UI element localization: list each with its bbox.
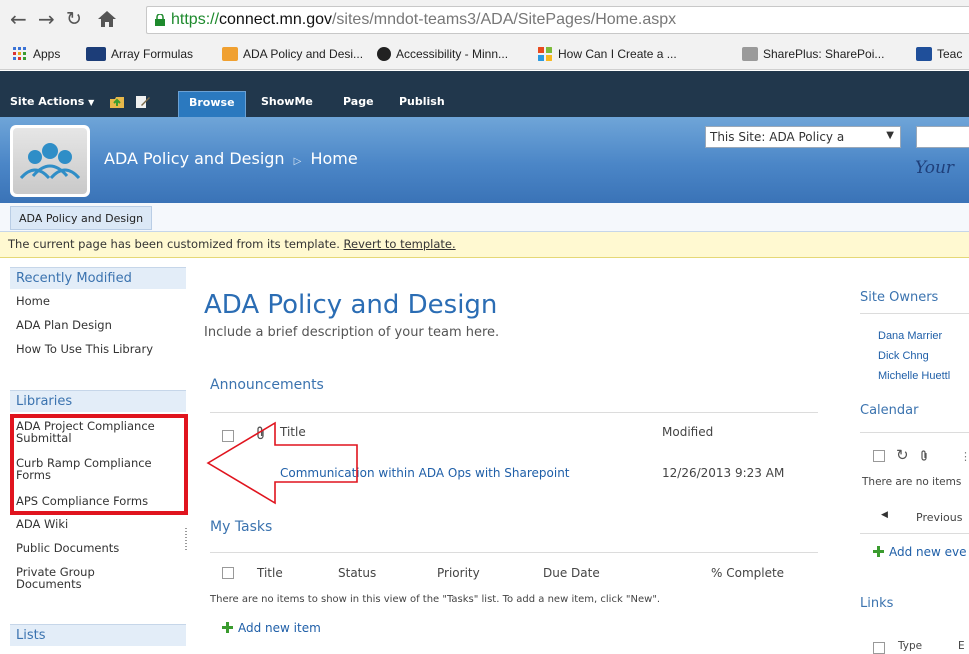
calendar-select-all-checkbox[interactable] [873, 450, 885, 462]
announcements-heading[interactable]: Announcements [210, 377, 324, 393]
calendar-empty-message: There are no items [862, 476, 962, 488]
owner-link[interactable]: Dick Chng [878, 350, 929, 362]
recent-item-how-to-use[interactable]: How To Use This Library [10, 343, 186, 355]
previous-arrow-icon[interactable]: ◀ [881, 510, 888, 520]
site-breadcrumb: ADA Policy and Design ▷ Home [104, 149, 358, 168]
tab-publish[interactable]: Publish [399, 95, 445, 108]
current-page-name: Home [310, 149, 358, 168]
site-name-link[interactable]: ADA Policy and Design [104, 149, 285, 168]
divider [210, 552, 818, 553]
recent-item-home[interactable]: Home [10, 295, 186, 307]
revert-to-template-link[interactable]: Revert to template. [344, 237, 456, 251]
page-title: ADA Policy and Design [204, 290, 498, 320]
windows-favicon [538, 47, 552, 61]
tasks-column-priority[interactable]: Priority [437, 566, 480, 580]
tasks-column-due-date[interactable]: Due Date [543, 566, 600, 580]
bookmark-ada-policy[interactable]: ADA Policy and Desi... [222, 47, 363, 61]
owner-link[interactable]: Michelle Huettl [878, 370, 950, 382]
library-item-private-group[interactable]: Private Group Documents [10, 566, 186, 590]
bookmark-shareplus[interactable]: SharePlus: SharePoi... [742, 47, 884, 61]
my-tasks-heading[interactable]: My Tasks [210, 519, 272, 535]
divider [860, 533, 969, 534]
links-heading[interactable]: Links [860, 596, 893, 611]
bookmark-apps[interactable]: Apps [12, 47, 60, 61]
annotation-highlight-box [10, 414, 188, 515]
attachment-icon [921, 450, 927, 461]
links-column-type[interactable]: Type [898, 640, 922, 652]
tasks-column-status[interactable]: Status [338, 566, 376, 580]
lists-heading[interactable]: Lists [10, 624, 186, 646]
plus-icon [873, 546, 884, 557]
cropped-banner-text: Your [915, 158, 955, 178]
back-arrow-icon[interactable]: ← [10, 8, 27, 30]
add-new-event-link[interactable]: Add new eve [873, 545, 967, 559]
accessibility-favicon [377, 47, 391, 61]
status-bar: The current page has been customized fro… [0, 232, 969, 258]
links-column-edit[interactable]: E [958, 640, 965, 652]
library-item-label: Documents [16, 577, 82, 591]
site-owners-heading[interactable]: Site Owners [860, 290, 938, 305]
resize-handle[interactable] [185, 528, 187, 552]
tasks-select-all-checkbox[interactable] [222, 567, 234, 579]
tab-browse[interactable]: Browse [178, 91, 246, 117]
edit-page-icon[interactable] [136, 95, 150, 108]
shareplus-favicon [742, 47, 758, 61]
links-select-all-checkbox[interactable] [873, 642, 885, 654]
site-favicon [86, 47, 106, 61]
home-icon[interactable] [97, 10, 117, 28]
dropdown-arrow-icon: ▼ [886, 130, 894, 141]
site-logo[interactable] [10, 125, 90, 197]
bookmarks-bar: Apps Array Formulas ADA Policy and Desi.… [0, 40, 969, 70]
tab-showme[interactable]: ShowMe [261, 95, 313, 108]
sharepoint-favicon [222, 47, 238, 61]
bookmark-array-formulas[interactable]: Array Formulas [86, 47, 193, 61]
recurrence-icon: ↻ [896, 446, 909, 464]
page-description: Include a brief description of your team… [204, 325, 500, 340]
divider [860, 313, 969, 314]
teac-favicon [916, 47, 932, 61]
top-nav-bar: ADA Policy and Design [0, 203, 969, 232]
bookmark-accessibility[interactable]: Accessibility - Minn... [377, 47, 508, 61]
add-new-item-link[interactable]: Add new item [222, 621, 321, 635]
search-scope-select[interactable]: This Site: ADA Policy a ▼ [705, 126, 901, 148]
annotation-arrow [206, 421, 358, 505]
status-message: The current page has been customized fro… [8, 237, 340, 251]
owner-link[interactable]: Dana Marrier [878, 330, 942, 342]
apps-grid-icon [13, 47, 26, 60]
url-text: https://connect.mn.gov/sites/mndot-teams… [171, 11, 677, 28]
library-item-ada-wiki[interactable]: ADA Wiki [10, 518, 186, 530]
navigate-up-icon[interactable] [110, 95, 124, 108]
search-input[interactable] [916, 126, 969, 148]
bookmark-how-can-i[interactable]: How Can I Create a ... [537, 47, 677, 61]
lock-icon [155, 14, 165, 26]
column-header-modified[interactable]: Modified [662, 425, 713, 439]
divider [860, 432, 969, 433]
tab-page[interactable]: Page [343, 95, 374, 108]
reload-icon[interactable]: ↻ [66, 8, 82, 30]
address-bar[interactable]: https://connect.mn.gov/sites/mndot-teams… [146, 6, 969, 34]
team-people-icon [19, 143, 81, 180]
bookmark-teac[interactable]: Teac [916, 47, 962, 61]
ribbon-bar: Site Actions ▼ Browse ShowMe Page Publis… [0, 71, 969, 117]
site-actions-menu[interactable]: Site Actions ▼ [10, 95, 94, 108]
calendar-heading[interactable]: Calendar [860, 403, 918, 418]
recent-item-ada-plan-design[interactable]: ADA Plan Design [10, 319, 186, 331]
tasks-column-title[interactable]: Title [257, 566, 283, 580]
announcement-modified-date: 12/26/2013 9:23 AM [662, 466, 785, 480]
forward-arrow-icon[interactable]: → [38, 8, 55, 30]
libraries-heading[interactable]: Libraries [10, 390, 186, 412]
calendar-previous-link[interactable]: Previous [916, 511, 963, 524]
breadcrumb-separator-icon: ▷ [293, 156, 302, 167]
tasks-empty-message: There are no items to show in this view … [210, 594, 661, 605]
topnav-item-ada-policy[interactable]: ADA Policy and Design [10, 206, 153, 230]
recently-modified-heading: Recently Modified [10, 267, 186, 289]
more-icon: ⋮ [960, 450, 969, 463]
browser-toolbar: ← → ↻ https://connect.mn.gov/sites/mndot… [0, 0, 969, 40]
library-item-public-documents[interactable]: Public Documents [10, 542, 186, 554]
tasks-column-percent-complete[interactable]: % Complete [711, 566, 784, 580]
plus-icon [222, 622, 233, 633]
